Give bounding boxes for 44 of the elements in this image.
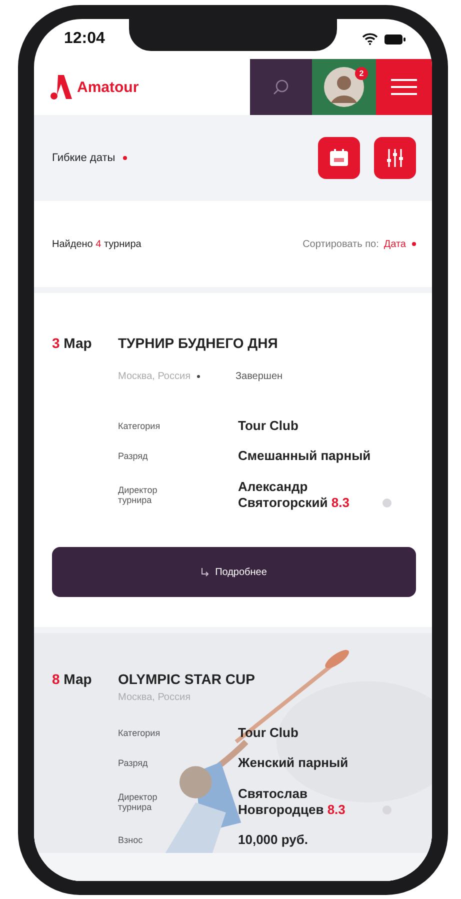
field-value: 10,000 руб.: [238, 832, 308, 848]
sort-label: Сортировать по:: [302, 238, 379, 250]
flexible-dates-dropdown[interactable]: Гибкие даты: [52, 152, 128, 164]
field-value: Смешанный парный: [238, 448, 371, 464]
search-icon: [272, 78, 290, 96]
logo-icon: [50, 74, 72, 100]
menu-button[interactable]: [376, 59, 432, 115]
field-label: Директор турнира: [118, 484, 158, 505]
tournament-date: 3 Мар: [52, 335, 93, 353]
field-value: Женский парный: [238, 755, 348, 772]
wifi-icon: [362, 33, 378, 45]
menu-icon: [391, 78, 417, 96]
field-label: Взнос: [118, 835, 144, 846]
tournament-title: OLYMPIC STAR CUP: [118, 671, 256, 687]
arrow-icon: [201, 568, 210, 576]
tournament-location: Москва, Россия: [118, 370, 190, 382]
tournament-status: Завершен: [234, 370, 284, 384]
field-label: Разряд: [118, 451, 149, 462]
calendar-button[interactable]: [318, 137, 360, 179]
filter-button[interactable]: [374, 137, 416, 179]
field-value: Александр Святогорский 8.3: [238, 478, 350, 511]
info-icon: [382, 498, 392, 508]
field-value: Святослав Новгородцев 8.3: [238, 786, 346, 818]
tournament-location: Москва, Россия: [118, 692, 190, 703]
field-label: Категория: [118, 728, 162, 738]
field-value: Tour Club: [238, 418, 298, 434]
logo-text: Amatour: [77, 78, 139, 96]
sliders-icon: [385, 148, 405, 168]
status-time: 12:04: [64, 30, 105, 48]
avatar-icon: [323, 66, 365, 108]
results-count: Найдено 4 турнира: [52, 238, 142, 250]
tournament-title: ТУРНИР БУДНЕГО ДНЯ: [118, 335, 279, 351]
profile-button[interactable]: 2: [312, 59, 376, 115]
sort-dropdown[interactable]: Дата: [384, 238, 416, 250]
tournament-date: 8 Мар: [52, 671, 93, 689]
details-button[interactable]: Подробнее: [52, 547, 416, 597]
field-value: Tour Club: [238, 725, 298, 742]
calendar-icon: [329, 149, 349, 167]
field-label: Категория: [118, 421, 162, 432]
separator-dot-icon: [196, 374, 200, 378]
field-label: Разряд: [118, 758, 149, 768]
field-label: Директор турнира: [118, 792, 158, 812]
battery-icon: [384, 34, 406, 44]
notification-badge: 2: [355, 67, 368, 80]
